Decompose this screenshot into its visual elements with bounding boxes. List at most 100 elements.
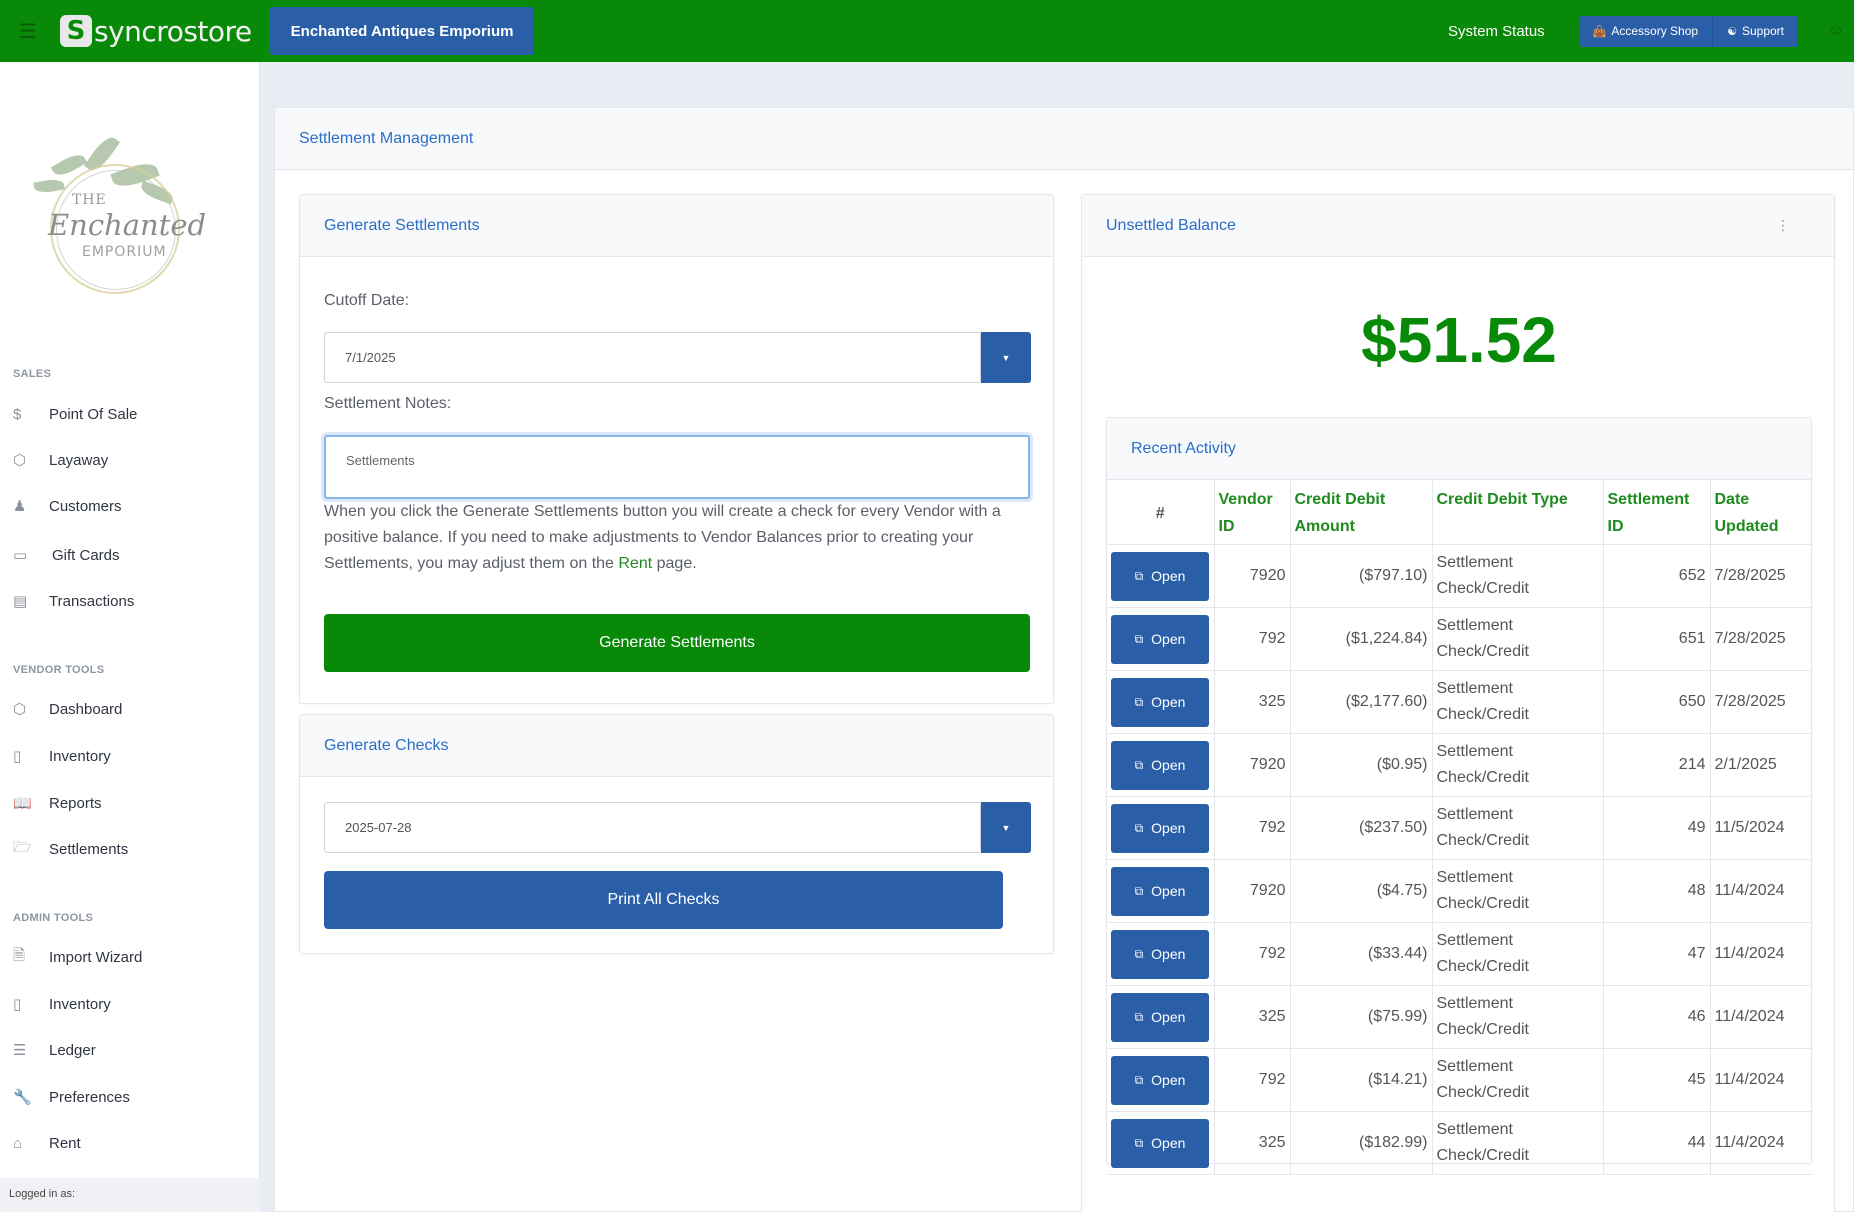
headset-icon: ☯ bbox=[1727, 25, 1737, 38]
open-label: Open bbox=[1151, 883, 1186, 899]
vendor-id-cell: 325 bbox=[1214, 670, 1291, 734]
file-icon: 🗎 bbox=[13, 946, 26, 964]
sidebar-item-ledger[interactable]: ☰ Ledger bbox=[13, 1033, 253, 1067]
open-button[interactable]: ⧉ Open bbox=[1111, 1055, 1209, 1105]
support-button[interactable]: ☯ Support bbox=[1712, 15, 1798, 47]
settlement-notes-textarea[interactable]: Settlements bbox=[324, 435, 1030, 499]
check-date-dropdown-button[interactable]: ▼ bbox=[981, 802, 1031, 853]
settlement-id-cell: 44 bbox=[1603, 1111, 1711, 1175]
accessory-shop-button[interactable]: 👜 Accessory Shop bbox=[1578, 15, 1713, 47]
menu-toggle-icon[interactable]: ☰ bbox=[0, 0, 56, 62]
sidebar-item-label: Customers bbox=[49, 497, 122, 515]
sidebar-item-label: Settlements bbox=[49, 840, 129, 858]
open-button[interactable]: ⧉ Open bbox=[1111, 740, 1209, 790]
type-cell: Settlement Check/Credit bbox=[1432, 859, 1604, 923]
book-icon: ▯ bbox=[13, 996, 22, 1013]
open-button[interactable]: ⧉ Open bbox=[1111, 803, 1209, 853]
sidebar-item-label: Reports bbox=[49, 794, 102, 812]
open-label: Open bbox=[1151, 1009, 1186, 1025]
sidebar-item-reports[interactable]: 📖 Reports bbox=[13, 786, 253, 820]
amount-cell: ($33.44) bbox=[1290, 922, 1433, 986]
brand-mark: S bbox=[60, 15, 92, 47]
open-cell: ⧉ Open bbox=[1107, 985, 1215, 1049]
open-record-icon: ⧉ bbox=[1134, 1073, 1144, 1087]
open-button[interactable]: ⧉ Open bbox=[1111, 677, 1209, 727]
settlement-id-cell: 651 bbox=[1603, 607, 1711, 671]
check-date-input[interactable]: 2025-07-28 bbox=[324, 802, 981, 853]
cutoff-date-dropdown-button[interactable]: ▼ bbox=[981, 332, 1031, 383]
column-header: Vendor ID bbox=[1214, 480, 1291, 545]
table-row: ⧉ Open 792 ($33.44) Settlement Check/Credit 4… bbox=[1107, 922, 1812, 986]
sidebar-item-preferences[interactable]: 🔧 Preferences bbox=[13, 1080, 253, 1114]
more-options-icon[interactable]: ⋮ bbox=[1776, 217, 1790, 234]
sidebar-item-gift-cards[interactable]: ▭ Gift Cards bbox=[13, 538, 253, 572]
sidebar-item-rent[interactable]: ⌂ Rent bbox=[13, 1126, 253, 1160]
store-selector-button[interactable]: Enchanted Antiques Emporium bbox=[269, 7, 535, 55]
open-button[interactable]: ⧉ Open bbox=[1111, 929, 1209, 979]
sidebar-item-vendor-inventory[interactable]: ▯ Inventory bbox=[13, 739, 253, 773]
open-cell: ⧉ Open bbox=[1107, 796, 1215, 860]
open-label: Open bbox=[1151, 631, 1186, 647]
date-cell: 11/4/2024 bbox=[1710, 922, 1812, 986]
sidebar-item-dashboard[interactable]: ⬡ Dashboard bbox=[13, 692, 253, 726]
open-label: Open bbox=[1151, 1072, 1186, 1088]
amount-cell: ($797.10) bbox=[1290, 544, 1433, 608]
caret-down-icon: ▼ bbox=[1001, 352, 1011, 363]
table-row: ⧉ Open 792 ($1,224.84) Settlement Check/Cred… bbox=[1107, 607, 1812, 671]
column-header: Settlement ID bbox=[1603, 480, 1711, 545]
sidebar-item-import-wizard[interactable]: 🗎 Import Wizard bbox=[13, 940, 253, 974]
open-record-icon: ⧉ bbox=[1134, 1010, 1144, 1024]
generate-settlements-header: Generate Settlements bbox=[300, 195, 1053, 257]
vendor-id-cell: 792 bbox=[1214, 922, 1291, 986]
open-button[interactable]: ⧉ Open bbox=[1111, 866, 1209, 916]
generate-settlements-title: Generate Settlements bbox=[324, 216, 480, 234]
open-record-icon: ⧉ bbox=[1134, 1136, 1144, 1150]
system-status-link[interactable]: System Status bbox=[1448, 23, 1545, 40]
date-cell: 7/28/2025 bbox=[1710, 607, 1812, 671]
settlement-id-cell: 46 bbox=[1603, 985, 1711, 1049]
sidebar-item-point-of-sale[interactable]: $ Point Of Sale bbox=[13, 397, 253, 431]
vendor-id-cell: 7920 bbox=[1214, 544, 1291, 608]
support-label: Support bbox=[1741, 24, 1784, 38]
table-row: ⧉ Open 7920 ($4.75) Settlement Check/Credit 4… bbox=[1107, 859, 1812, 923]
open-button[interactable]: ⧉ Open bbox=[1111, 1118, 1209, 1168]
sidebar-item-settlements[interactable]: 🗁 Settlements bbox=[13, 832, 253, 866]
settlement-id-cell: 48 bbox=[1603, 859, 1711, 923]
brand-logo[interactable]: S syncrostore bbox=[60, 0, 252, 62]
sidebar-item-admin-inventory[interactable]: ▯ Inventory bbox=[13, 987, 253, 1021]
open-button[interactable]: ⧉ Open bbox=[1111, 551, 1209, 601]
recent-activity-panel: Recent Activity # Vendor ID Credit Debit… bbox=[1106, 417, 1812, 1175]
home-icon: ⌂ bbox=[13, 1134, 23, 1152]
rent-link[interactable]: Rent bbox=[618, 555, 652, 572]
sidebar-item-label: Ledger bbox=[49, 1041, 96, 1059]
sidebar-item-customers[interactable]: ♟ Customers bbox=[13, 489, 253, 523]
open-cell: ⧉ Open bbox=[1107, 670, 1215, 734]
unsettled-balance-header: Unsettled Balance ⋮ bbox=[1082, 195, 1834, 257]
settlement-id-cell: 214 bbox=[1603, 733, 1711, 797]
open-cell: ⧉ Open bbox=[1107, 733, 1215, 797]
unsettled-balance-title: Unsettled Balance bbox=[1106, 216, 1236, 234]
column-header: # bbox=[1107, 480, 1215, 545]
date-cell: 11/4/2024 bbox=[1710, 985, 1812, 1049]
open-button[interactable]: ⧉ Open bbox=[1111, 992, 1209, 1042]
open-button[interactable]: ⧉ Open bbox=[1111, 614, 1209, 664]
sidebar-item-label: Gift Cards bbox=[52, 546, 120, 564]
top-button-group: 👜 Accessory Shop ☯ Support bbox=[1578, 15, 1798, 47]
print-all-checks-button[interactable]: Print All Checks bbox=[324, 871, 1003, 929]
cutoff-date-label: Cutoff Date: bbox=[324, 292, 410, 309]
card-icon: ▭ bbox=[13, 547, 28, 564]
generate-settlements-button[interactable]: Generate Settlements bbox=[324, 614, 1030, 672]
sidebar-item-label: Dashboard bbox=[49, 700, 123, 718]
recent-activity-title: Recent Activity bbox=[1131, 439, 1236, 457]
amount-cell: ($182.99) bbox=[1290, 1111, 1433, 1175]
unsettled-balance-amount: $51.52 bbox=[1361, 304, 1557, 376]
sidebar-item-transactions[interactable]: ▤ Transactions bbox=[13, 584, 253, 618]
sidebar-item-layaway[interactable]: ⬡ Layaway bbox=[13, 443, 253, 477]
column-header: Date Updated bbox=[1710, 480, 1812, 545]
vendor-id-cell: 792 bbox=[1214, 607, 1291, 671]
table-row: ⧉ Open 792 ($237.50) Settlement Check/Credit… bbox=[1107, 796, 1812, 860]
store-logo: THE Enchanted EMPORIUM bbox=[12, 108, 216, 308]
cutoff-date-input[interactable]: 7/1/2025 bbox=[324, 332, 981, 383]
user-icon[interactable]: ☺ bbox=[1818, 0, 1854, 62]
type-cell: Settlement Check/Credit bbox=[1432, 1048, 1604, 1112]
